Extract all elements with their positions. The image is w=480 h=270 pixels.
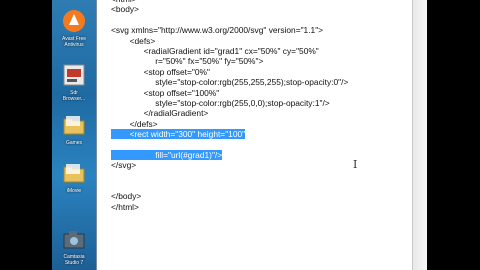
desktop-shortcut[interactable]: Avast Free Antivirus	[54, 8, 94, 48]
code-line: </html>	[111, 202, 348, 212]
code-text: </defs>	[111, 118, 158, 129]
code-line: <defs>	[111, 36, 348, 46]
text-cursor-icon: I	[353, 158, 358, 171]
code-text: <svg xmlns="http://www.w3.org/2000/svg" …	[111, 25, 324, 36]
code-text: </body>	[111, 191, 142, 202]
avast-icon	[61, 8, 87, 34]
code-line: style="stop-color:rgb(255,255,255);stop-…	[111, 77, 348, 87]
text-editor[interactable]: <html><body> <svg xmlns="http://www.w3.or…	[96, 0, 427, 270]
code-text: style="stop-color:rgb(255,255,255);stop-…	[111, 77, 349, 88]
selected-code-text: fill="url(#grad1)"/>	[111, 149, 223, 160]
desktop-shortcut[interactable]: Camtasia Studio 7	[54, 226, 94, 266]
code-line: <body>	[111, 4, 348, 14]
code-text: <body>	[111, 4, 139, 15]
desktop-shortcut-label: Camtasia Studio 7	[63, 254, 85, 266]
code-line: style="stop-color:rgb(255,0,0);stop-opac…	[111, 98, 348, 108]
code-text: <stop offset="100%"	[111, 87, 220, 98]
code-text: <radialGradient id="grad1" cx="50%" cy="…	[111, 45, 319, 56]
code-text: <stop offset="0%"	[111, 66, 210, 77]
code-line: <rect width="300" height="100"	[111, 129, 348, 140]
code-line: </svg>	[111, 160, 348, 170]
code-text: </svg>	[111, 160, 137, 171]
code-text: </html>	[111, 201, 139, 212]
code-text: <html>	[111, 0, 137, 4]
desktop-shortcut-label: Games	[65, 140, 83, 146]
code-line: fill="url(#grad1)"/>	[111, 149, 348, 160]
desktop-sidebar: Avast Free Antivirus Sdr Browser... Games i…	[52, 0, 96, 270]
desktop-shortcut[interactable]: iMovie	[54, 160, 94, 194]
code-text: <defs>	[111, 35, 156, 46]
desktop-shortcut[interactable]: Games	[54, 112, 94, 146]
vertical-scrollbar[interactable]	[412, 0, 427, 270]
code-line: </defs>	[111, 119, 348, 129]
shortcut-icon	[61, 62, 87, 88]
desktop-shortcut-label: iMovie	[66, 188, 82, 194]
code-text: </radialGradient>	[111, 108, 209, 119]
folder-icon	[61, 112, 87, 138]
code-text: style="stop-color:rgb(255,0,0);stop-opac…	[111, 97, 330, 108]
code-line: <svg xmlns="http://www.w3.org/2000/svg" …	[111, 25, 348, 35]
desktop-shortcut[interactable]: Sdr Browser...	[54, 62, 94, 102]
code-line: </body>	[111, 191, 348, 201]
code-line: <radialGradient id="grad1" cx="50%" cy="…	[111, 46, 348, 56]
desktop-shortcut-label: Avast Free Antivirus	[61, 36, 87, 48]
selected-code-text: <rect width="300" height="100"	[111, 129, 246, 140]
camera-icon	[61, 226, 87, 252]
video-frame: Avast Free Antivirus Sdr Browser... Games i…	[0, 0, 480, 270]
code-line: r="50%" fx="50%" fy="50%">	[111, 56, 348, 66]
code-line: <stop offset="0%"	[111, 67, 348, 77]
code-text: r="50%" fx="50%" fy="50%">	[111, 56, 264, 67]
screen: Avast Free Antivirus Sdr Browser... Games i…	[52, 0, 427, 270]
code-area[interactable]: <html><body> <svg xmlns="http://www.w3.or…	[111, 0, 348, 212]
desktop-shortcut-label: Sdr Browser...	[62, 90, 86, 102]
code-line: <stop offset="100%"	[111, 88, 348, 98]
code-line: </radialGradient>	[111, 108, 348, 118]
folder-icon	[61, 160, 87, 186]
